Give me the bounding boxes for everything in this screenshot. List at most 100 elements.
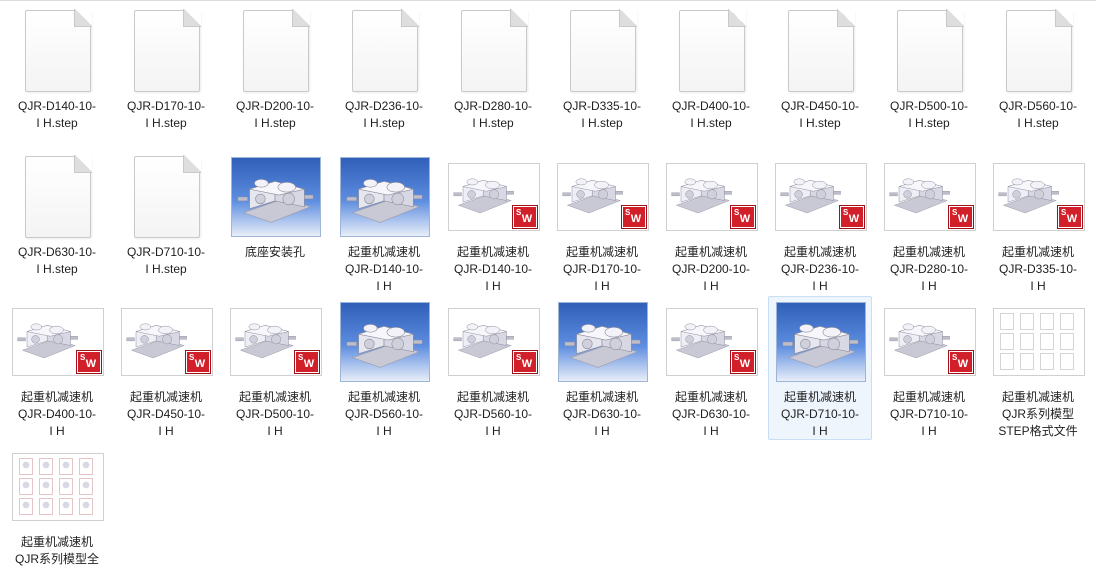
mini-file-icon [1040, 353, 1054, 370]
file-item[interactable]: QJR-D335-10- I H.step [550, 5, 654, 149]
file-item[interactable]: QJR-D630-10- I H.step [5, 151, 109, 295]
file-item[interactable]: 起重机减速机 QJR-D560-10- I H [332, 296, 436, 440]
mini-file-icon [1060, 333, 1074, 350]
solidworks-file-preview: SW [12, 308, 104, 376]
mini-file-icon [1020, 353, 1034, 370]
solidworks-file-preview: SW [230, 308, 322, 376]
file-item[interactable]: QJR-D140-10- I H.step [5, 5, 109, 149]
file-thumbnail [333, 152, 437, 242]
solidworks-file-preview: SW [448, 308, 540, 376]
file-thumbnail: SW [115, 297, 219, 387]
gearbox-model-image [671, 178, 732, 214]
mini-file-icon [59, 478, 73, 495]
file-item[interactable]: S W 起重机减速机 QJR-D236-10- I H [768, 151, 872, 295]
mini-file-icon [1020, 313, 1034, 330]
file-item[interactable]: QJR-D200-10- I H.step [223, 5, 327, 149]
file-name-label: 起重机减速机 QJR-D560-10- I H [453, 390, 533, 438]
file-item[interactable]: S W 起重机减速机 QJR-D500-10- I H [223, 296, 327, 440]
file-name-label: QJR-D335-10- I H.step [562, 99, 642, 130]
model-preview-image [558, 302, 648, 382]
file-item[interactable]: 起重机减速机 QJR-D140-10- I H [332, 151, 436, 295]
file-item[interactable]: 底座安装孔 [223, 151, 327, 295]
file-item[interactable]: S W 起重机减速机 QJR-D140-10- I H [441, 151, 545, 295]
solidworks-file-preview: SW [993, 163, 1085, 231]
solidworks-file-preview: SW [666, 163, 758, 231]
file-item[interactable]: S W 起重机减速机 QJR-D170-10- I H [550, 151, 654, 295]
blank-document-icon [570, 9, 637, 92]
file-name-label: QJR-D630-10- I H.step [17, 245, 97, 276]
file-name-label: 起重机减速机 QJR-D335-10- I H [998, 245, 1078, 293]
file-name-label: QJR-D200-10- I H.step [235, 99, 315, 130]
file-thumbnail: SW [878, 297, 982, 387]
file-item[interactable]: QJR-D710-10- I H.step [114, 151, 218, 295]
solidworks-file-preview: SW [557, 163, 649, 231]
file-thumbnail [115, 152, 219, 242]
file-name-label: QJR-D450-10- I H.step [780, 99, 860, 130]
file-thumbnail: SW [660, 297, 764, 387]
file-name-label: 起重机减速机 QJR-D140-10- I H [453, 245, 533, 293]
file-thumbnail [987, 6, 1091, 96]
file-item[interactable]: QJR-D280-10- I H.step [441, 5, 545, 149]
file-item[interactable]: 起重机减速机 QJR系列模型全 [5, 441, 109, 585]
gearbox-model-image [346, 179, 423, 223]
file-thumbnail: SW [878, 152, 982, 242]
file-item[interactable]: 起重机减速机 QJR-D630-10- I H [550, 296, 654, 440]
gearbox-model-image [782, 324, 859, 368]
file-item[interactable]: S W 起重机减速机 QJR-D200-10- I H [659, 151, 763, 295]
mini-file-icon [79, 458, 93, 475]
gearbox-model-image [237, 179, 314, 223]
file-name-label: 起重机减速机 QJR-D710-10- I H [780, 390, 860, 438]
file-thumbnail [769, 6, 873, 96]
solidworks-logo-icon: SW [295, 351, 319, 373]
mini-file-icon [1000, 333, 1014, 350]
file-item[interactable]: QJR-D450-10- I H.step [768, 5, 872, 149]
model-preview-image [776, 302, 866, 382]
file-name-label: 起重机减速机 QJR系列模型全 [14, 535, 99, 566]
file-item-selected[interactable]: 起重机减速机 QJR-D710-10- I H [768, 296, 872, 440]
file-thumbnail: SW [6, 297, 110, 387]
solidworks-logo-icon: SW [840, 206, 864, 228]
file-item[interactable]: QJR-D236-10- I H.step [332, 5, 436, 149]
solidworks-file-preview: SW [884, 308, 976, 376]
solidworks-file-preview: SW [121, 308, 213, 376]
file-item[interactable]: S W 起重机减速机 QJR-D710-10- I H [877, 296, 981, 440]
file-item[interactable]: S W 起重机减速机 QJR-D560-10- I H [441, 296, 545, 440]
file-item[interactable]: S W 起重机减速机 QJR-D335-10- I H [986, 151, 1090, 295]
blank-document-icon [25, 155, 92, 238]
file-name-label: 起重机减速机 QJR-D140-10- I H [344, 245, 424, 293]
file-name-label: 起重机减速机 QJR-D236-10- I H [780, 245, 860, 293]
mini-file-icon [1000, 313, 1014, 330]
file-item[interactable]: S W 起重机减速机 QJR-D630-10- I H [659, 296, 763, 440]
file-name-label: QJR-D280-10- I H.step [453, 99, 533, 130]
gearbox-model-image [889, 178, 950, 214]
file-thumbnail [333, 6, 437, 96]
file-thumbnail [551, 6, 655, 96]
file-name-label: 起重机减速机 QJR-D560-10- I H [344, 390, 424, 438]
model-preview-image [231, 157, 321, 237]
file-item[interactable]: S W 起重机减速机 QJR-D400-10- I H [5, 296, 109, 440]
file-item[interactable]: S W 起重机减速机 QJR-D280-10- I H [877, 151, 981, 295]
file-item[interactable]: QJR-D560-10- I H.step [986, 5, 1090, 149]
file-item[interactable]: S W 起重机减速机 QJR-D450-10- I H [114, 296, 218, 440]
file-item[interactable]: 起重机减速机 QJR系列模型 STEP格式文件 [986, 296, 1090, 440]
file-thumbnail [333, 297, 437, 387]
file-item[interactable]: QJR-D170-10- I H.step [114, 5, 218, 149]
blank-document-icon [679, 9, 746, 92]
blank-document-icon [897, 9, 964, 92]
file-item[interactable]: QJR-D400-10- I H.step [659, 5, 763, 149]
file-name-label: 起重机减速机 QJR-D710-10- I H [889, 390, 969, 438]
file-name-label: 底座安装孔 [244, 245, 305, 259]
mini-file-icon [19, 458, 33, 475]
mini-file-icon [1060, 353, 1074, 370]
folder-contents-preview [12, 453, 104, 521]
file-name-label: 起重机减速机 QJR-D280-10- I H [889, 245, 969, 293]
mini-file-icon [39, 478, 53, 495]
file-name-label: QJR-D140-10- I H.step [17, 99, 97, 130]
file-item[interactable]: QJR-D500-10- I H.step [877, 5, 981, 149]
gearbox-model-image [780, 178, 841, 214]
file-thumbnail: SW [442, 297, 546, 387]
gearbox-model-image [998, 178, 1059, 214]
file-name-label: QJR-D500-10- I H.step [889, 99, 969, 130]
solidworks-file-preview: SW [666, 308, 758, 376]
gearbox-model-image [564, 324, 641, 368]
